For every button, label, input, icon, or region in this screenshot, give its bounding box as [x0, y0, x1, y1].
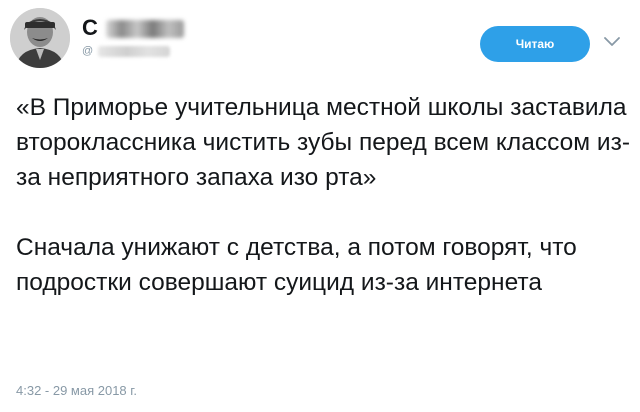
- tweet-card: С @ Читаю «В Приморье учительница местно…: [0, 0, 640, 412]
- tweet-timestamp[interactable]: 4:32 - 29 мая 2018 г.: [16, 382, 137, 400]
- tweet-paragraph-comment: Сначала унижают с детства, а потом говор…: [16, 234, 577, 296]
- user-avatar-icon[interactable]: [10, 8, 70, 68]
- avatar-portrait: [10, 8, 70, 68]
- tweet-text: «В Приморье учительница местной школы за…: [16, 90, 631, 300]
- chevron-down-icon[interactable]: [600, 30, 624, 54]
- follow-button[interactable]: Читаю: [480, 26, 590, 62]
- chevron-down-glyph: [604, 37, 620, 46]
- tweet-paragraph-quote: «В Приморье учительница местной школы за…: [16, 94, 630, 191]
- redacted-name-blur: [106, 20, 184, 38]
- redacted-handle-blur: [98, 46, 170, 57]
